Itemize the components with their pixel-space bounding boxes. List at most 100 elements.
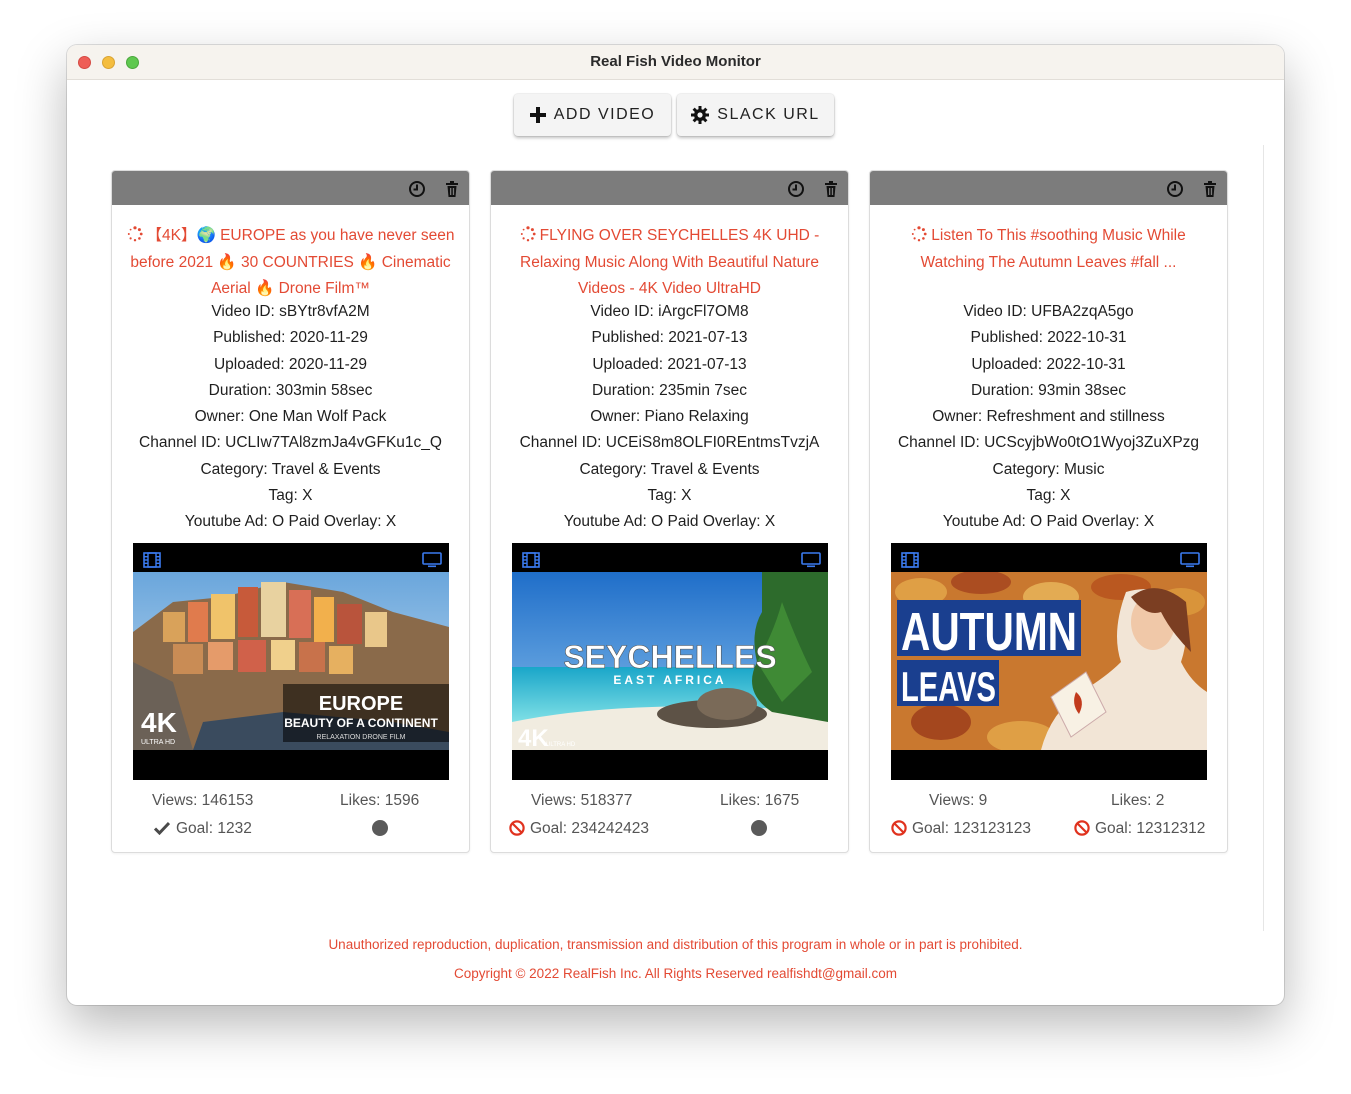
check-icon bbox=[154, 821, 170, 835]
tag: Tag: X bbox=[647, 487, 692, 505]
thumbnail-subtitle: EAST AFRICA bbox=[613, 673, 726, 687]
thumbnail-image: AUTUMN LEAVS bbox=[891, 572, 1207, 750]
likes-count: Likes: 1675 bbox=[720, 792, 800, 809]
thumbnail-badge: 4K bbox=[141, 707, 177, 738]
thumbnail-title: AUTUMN bbox=[901, 602, 1077, 662]
likes-count: Likes: 1596 bbox=[340, 792, 420, 809]
thumbnail-title: SEYCHELLES bbox=[563, 639, 776, 675]
window-title: Real Fish Video Monitor bbox=[590, 53, 761, 70]
views-goal: Goal: 1232 bbox=[176, 820, 252, 837]
tv-icon[interactable] bbox=[422, 552, 442, 568]
trash-icon[interactable] bbox=[1201, 180, 1219, 198]
duration: Duration: 303min 58sec bbox=[208, 381, 373, 399]
views-goal: Goal: 123123123 bbox=[912, 820, 1031, 837]
thumbnail-badge-sub: ULTRA HD bbox=[546, 742, 576, 748]
thumbnail-title: EUROPE bbox=[319, 693, 403, 715]
thumbnail-subtitle: BEAUTY OF A CONTINENT bbox=[284, 716, 438, 730]
thumbnail-image: SEYCHELLES EAST AFRICA 4K ULTRA HD bbox=[512, 572, 828, 750]
tag: Tag: X bbox=[268, 487, 313, 505]
video-title-link[interactable]: Listen To This #soothing Music While Wat… bbox=[884, 223, 1213, 276]
video-card: Listen To This #soothing Music While Wat… bbox=[869, 170, 1228, 853]
add-video-label: ADD VIDEO bbox=[553, 106, 656, 123]
video-id: Video ID: UFBA2zqA5go bbox=[963, 303, 1134, 320]
clock-icon[interactable] bbox=[787, 180, 805, 198]
video-thumbnail[interactable]: AUTUMN LEAVS bbox=[891, 543, 1207, 780]
footer-copyright: Copyright © 2022 RealFish Inc. All Right… bbox=[453, 966, 898, 981]
loading-spinner-icon bbox=[127, 226, 143, 242]
slack-url-button[interactable]: SLACK URL bbox=[677, 94, 834, 136]
video-info: Video ID: UFBA2zqA5go Published: 2022-10… bbox=[870, 299, 1227, 536]
ban-icon bbox=[891, 820, 907, 836]
category: Category: Travel & Events bbox=[200, 460, 381, 478]
ad-status: Youtube Ad: O Paid Overlay: X bbox=[942, 513, 1155, 531]
uploaded-date: Uploaded: 2021-07-13 bbox=[592, 355, 747, 373]
title-bar: Real Fish Video Monitor bbox=[67, 45, 1284, 80]
video-info: Video ID: sBYtr8vfA2M Published: 2020-11… bbox=[112, 299, 469, 536]
footer-notice: Unauthorized reproduction, duplication, … bbox=[328, 937, 1023, 952]
likes-goal-status-dot bbox=[751, 820, 767, 836]
uploaded-date: Uploaded: 2020-11-29 bbox=[213, 355, 368, 373]
ban-icon bbox=[509, 820, 525, 836]
category: Category: Travel & Events bbox=[579, 460, 760, 478]
gear-icon bbox=[691, 106, 710, 124]
video-thumbnail[interactable]: EUROPE BEAUTY OF A CONTINENT RELAXATION … bbox=[133, 543, 449, 780]
video-title-link[interactable]: 【4K】🌍 EUROPE as you have never seen befo… bbox=[126, 223, 455, 303]
views-count: Views: 146153 bbox=[152, 792, 254, 809]
slack-url-label: SLACK URL bbox=[717, 106, 820, 123]
clock-icon[interactable] bbox=[408, 180, 426, 198]
duration: Duration: 235min 7sec bbox=[591, 381, 748, 399]
video-thumbnail[interactable]: SEYCHELLES EAST AFRICA 4K ULTRA HD bbox=[512, 543, 828, 780]
uploaded-date: Uploaded: 2022-10-31 bbox=[971, 355, 1126, 373]
thumbnail-caption: RELAXATION DRONE FILM bbox=[317, 734, 406, 741]
film-icon[interactable] bbox=[143, 552, 161, 568]
thumbnail-image: EUROPE BEAUTY OF A CONTINENT RELAXATION … bbox=[133, 572, 449, 750]
trash-icon[interactable] bbox=[443, 180, 461, 198]
channel-id: Channel ID: UCEiS8m8OLFI0REntmsTvzjA bbox=[519, 434, 820, 452]
card-header bbox=[491, 171, 848, 205]
video-title: 【4K】🌍 EUROPE as you have never seen befo… bbox=[130, 227, 455, 297]
thumbnail-badge: 4K bbox=[518, 725, 549, 750]
likes-goal-status-dot bbox=[372, 820, 388, 836]
video-title: FLYING OVER SEYCHELLES 4K UHD - Relaxing… bbox=[520, 227, 820, 297]
video-title-link[interactable]: FLYING OVER SEYCHELLES 4K UHD - Relaxing… bbox=[505, 223, 834, 303]
loading-spinner-icon bbox=[520, 226, 536, 242]
ad-status: Youtube Ad: O Paid Overlay: X bbox=[563, 513, 776, 531]
card-header bbox=[870, 171, 1227, 205]
tag: Tag: X bbox=[1026, 487, 1071, 505]
tv-icon[interactable] bbox=[801, 552, 821, 568]
duration: Duration: 93min 38sec bbox=[970, 381, 1127, 399]
published-date: Published: 2021-07-13 bbox=[591, 329, 748, 347]
category: Category: Music bbox=[992, 460, 1105, 478]
video-title: Listen To This #soothing Music While Wat… bbox=[920, 227, 1186, 271]
owner: Owner: One Man Wolf Pack bbox=[194, 408, 387, 426]
trash-icon[interactable] bbox=[822, 180, 840, 198]
plus-icon bbox=[529, 107, 546, 123]
likes-count: Likes: 2 bbox=[1111, 792, 1165, 809]
film-icon[interactable] bbox=[901, 552, 919, 568]
views-goal: Goal: 234242423 bbox=[530, 820, 649, 837]
clock-icon[interactable] bbox=[1166, 180, 1184, 198]
loading-spinner-icon bbox=[912, 226, 927, 242]
video-id: Video ID: iArgcFl7OM8 bbox=[590, 303, 749, 320]
views-count: Views: 518377 bbox=[531, 792, 633, 809]
app-window: Real Fish Video Monitor ADD VIDEO SLACK … bbox=[67, 45, 1284, 1005]
video-id: Video ID: sBYtr8vfA2M bbox=[211, 303, 370, 320]
likes-goal: Goal: 12312312 bbox=[1095, 820, 1206, 837]
card-header bbox=[112, 171, 469, 205]
owner: Owner: Refreshment and stillness bbox=[932, 408, 1165, 426]
video-info: Video ID: iArgcFl7OM8 Published: 2021-07… bbox=[491, 299, 848, 536]
channel-id: Channel ID: UCLIw7TAl8zmJa4vGFKu1c_Q bbox=[139, 434, 442, 452]
channel-id: Channel ID: UCScyjbWo0tO1Wyoj3ZuXPzg bbox=[897, 434, 1200, 452]
ban-icon bbox=[1074, 820, 1090, 836]
film-icon[interactable] bbox=[522, 552, 540, 568]
views-count: Views: 9 bbox=[929, 792, 988, 809]
scrollbar-track[interactable] bbox=[1263, 145, 1264, 931]
published-date: Published: 2020-11-29 bbox=[213, 329, 368, 347]
tv-icon[interactable] bbox=[1180, 552, 1200, 568]
ad-status: Youtube Ad: O Paid Overlay: X bbox=[184, 513, 397, 531]
thumbnail-badge-sub: ULTRA HD bbox=[141, 739, 175, 746]
add-video-button[interactable]: ADD VIDEO bbox=[514, 94, 671, 136]
owner: Owner: Piano Relaxing bbox=[590, 408, 749, 426]
video-card: FLYING OVER SEYCHELLES 4K UHD - Relaxing… bbox=[490, 170, 849, 853]
thumbnail-subtitle: LEAVS bbox=[901, 663, 996, 710]
